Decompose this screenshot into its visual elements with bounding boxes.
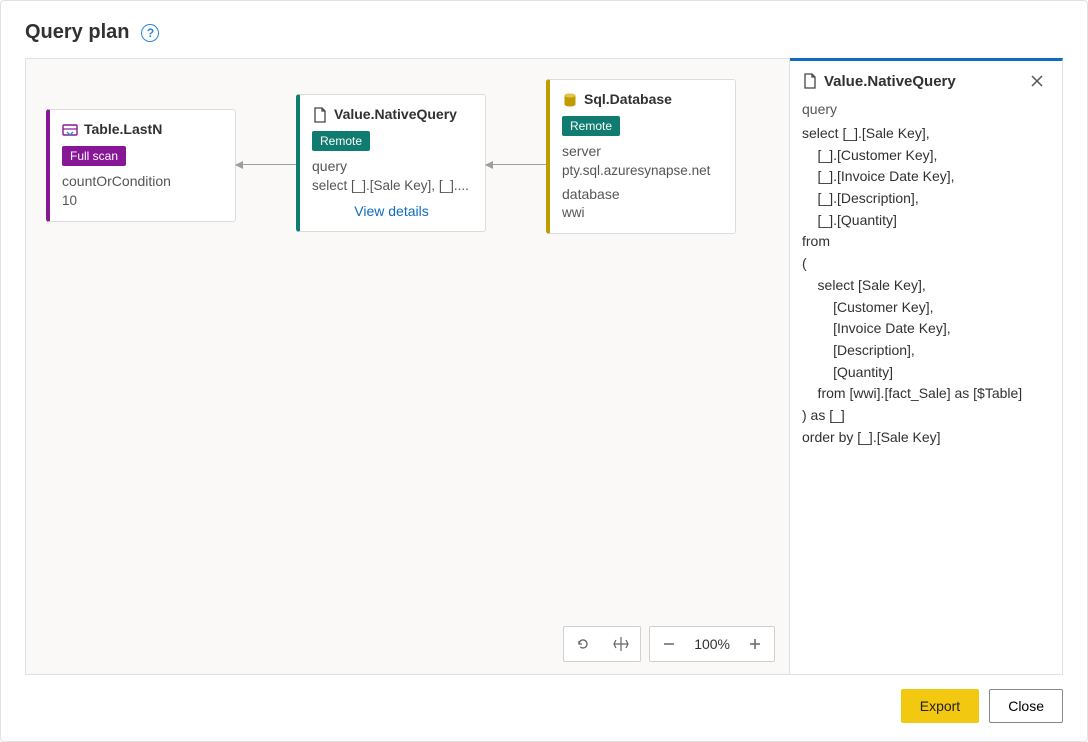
node-native-query[interactable]: Value.NativeQuery Remote query select [_…	[296, 94, 486, 232]
query-preview: select [_].[Sale Key], [_]....	[312, 177, 471, 196]
dialog-footer: Export Close	[25, 675, 1063, 723]
help-icon[interactable]: ?	[141, 24, 159, 42]
view-details-link[interactable]: View details	[312, 196, 471, 222]
table-icon	[62, 122, 78, 138]
dialog-header: Query plan ?	[25, 21, 1063, 44]
node-title: Value.NativeQuery	[334, 105, 457, 125]
details-header: Value.NativeQuery	[802, 71, 1050, 91]
reset-view-button[interactable]	[564, 627, 602, 661]
server-label: server	[562, 142, 721, 162]
fit-view-button[interactable]	[602, 627, 640, 661]
database-value: wwi	[562, 204, 721, 223]
document-icon	[312, 107, 328, 123]
node-table-lastn[interactable]: Table.LastN Full scan countOrCondition 1…	[46, 109, 236, 222]
details-title: Value.NativeQuery	[824, 73, 956, 90]
param-value: 10	[62, 192, 221, 211]
node-title: Sql.Database	[584, 90, 672, 110]
node-header: Sql.Database	[562, 90, 721, 110]
details-section-label: query	[802, 101, 1050, 117]
query-plan-dialog: Query plan ? Table.LastN Full scan count…	[0, 0, 1088, 742]
arrow	[486, 164, 546, 165]
zoom-bar: 100%	[563, 626, 775, 662]
server-value: pty.sql.azuresynapse.net	[562, 162, 721, 181]
query-label: query	[312, 157, 471, 177]
plan-canvas[interactable]: Table.LastN Full scan countOrCondition 1…	[25, 58, 790, 675]
close-icon	[1031, 75, 1043, 87]
zoom-controls-group: 100%	[649, 626, 775, 662]
fit-icon	[612, 635, 630, 653]
node-header: Value.NativeQuery	[312, 105, 471, 125]
zoom-out-button[interactable]	[650, 627, 688, 661]
undo-icon	[575, 636, 591, 652]
arrow	[236, 164, 296, 165]
database-icon	[562, 92, 578, 108]
zoom-level: 100%	[688, 636, 736, 652]
details-panel: Value.NativeQuery query select [_].[Sale…	[789, 58, 1063, 675]
content-row: Table.LastN Full scan countOrCondition 1…	[25, 58, 1063, 675]
badge-remote: Remote	[562, 116, 620, 137]
close-details-button[interactable]	[1030, 71, 1050, 91]
node-header: Table.LastN	[62, 120, 221, 140]
document-icon	[802, 73, 818, 89]
badge-fullscan: Full scan	[62, 146, 126, 167]
node-title: Table.LastN	[84, 120, 162, 140]
dialog-title: Query plan	[25, 21, 129, 44]
badge-remote: Remote	[312, 131, 370, 152]
database-label: database	[562, 185, 721, 205]
export-button[interactable]: Export	[901, 689, 979, 723]
view-controls-group	[563, 626, 641, 662]
param-label: countOrCondition	[62, 172, 221, 192]
node-sql-database[interactable]: Sql.Database Remote server pty.sql.azure…	[546, 79, 736, 234]
plus-icon	[748, 637, 762, 651]
zoom-in-button[interactable]	[736, 627, 774, 661]
details-query-text: select [_].[Sale Key], [_].[Customer Key…	[802, 123, 1050, 448]
minus-icon	[662, 637, 676, 651]
close-button[interactable]: Close	[989, 689, 1063, 723]
